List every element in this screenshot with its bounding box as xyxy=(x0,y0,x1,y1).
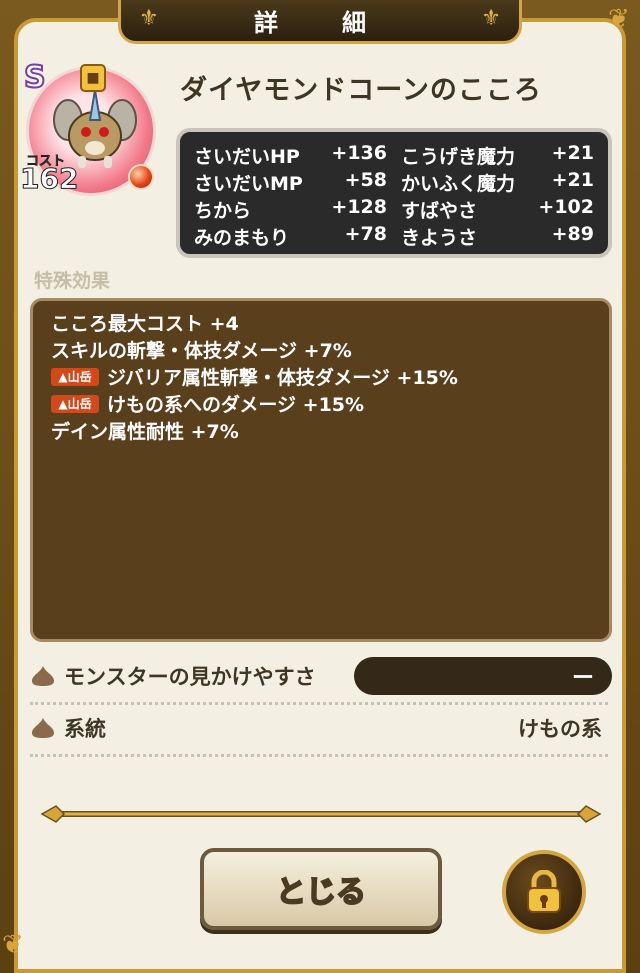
effect-item: こころ最大コスト +4 xyxy=(51,309,591,336)
effect-text: スキルの斬撃・体技ダメージ +7% xyxy=(51,340,352,362)
drop-icon xyxy=(32,666,54,686)
family-value: けもの系 xyxy=(518,717,602,741)
family-row: 系統 けもの系 xyxy=(30,708,612,748)
stat-label: みのまもり xyxy=(194,227,290,249)
stat-label: さいだいHP xyxy=(194,146,300,168)
corner-ornament: ❦ xyxy=(608,4,630,34)
stat-label: きようさ xyxy=(401,227,478,249)
ornamental-divider xyxy=(40,805,602,823)
effect-text: こころ最大コスト +4 xyxy=(51,313,239,335)
stat-label: ちから xyxy=(194,200,252,222)
stat-value: +21 xyxy=(551,142,594,164)
stat-row: ちから +128 すばやさ +102 xyxy=(194,196,594,223)
rank-badge: S xyxy=(23,59,47,96)
fleur-icon: ⚜ xyxy=(481,6,501,31)
stat-value: +89 xyxy=(551,223,594,245)
stat-row: さいだいHP +136 こうげき魔力 +21 xyxy=(194,142,594,169)
stat-label: こうげき魔力 xyxy=(401,146,516,168)
divider-dotted xyxy=(30,702,608,705)
stat-row: みのまもり +78 きようさ +89 xyxy=(194,223,594,250)
effect-item: ▲ 山岳 ジバリア属性斬撃・体技ダメージ +15% xyxy=(51,363,591,390)
stat-value: +136 xyxy=(331,142,387,164)
lock-icon: ■ xyxy=(80,64,106,92)
stat-value: +128 xyxy=(331,196,387,218)
effect-item: スキルの斬撃・体技ダメージ +7% xyxy=(51,336,591,363)
stat-label: さいだいMP xyxy=(194,173,303,195)
item-name: ダイヤモンドコーンのこころ xyxy=(180,75,542,106)
stat-label: かいふく魔力 xyxy=(401,173,516,195)
stat-value: +78 xyxy=(344,223,387,245)
family-label: 系統 xyxy=(64,717,106,741)
effects-list[interactable]: こころ最大コスト +4 スキルの斬撃・体技ダメージ +7% ▲ 山岳 ジバリア属性… xyxy=(30,298,612,642)
effect-item: デイン属性耐性 +7% xyxy=(51,417,591,444)
orb-icon xyxy=(128,164,154,190)
effect-text: デイン属性耐性 +7% xyxy=(51,421,239,443)
fleur-icon: ⚜ xyxy=(139,6,159,31)
visibility-value: ー xyxy=(354,657,612,695)
effect-text: けもの系へのダメージ +15% xyxy=(107,394,365,416)
stats-box: さいだいHP +136 こうげき魔力 +21 さいだいMP +58 かいふく魔力 +21… xyxy=(176,128,612,258)
section-label-effects: 特殊効果 xyxy=(34,270,111,292)
stat-label: すばやさ xyxy=(401,200,478,222)
padlock-icon xyxy=(527,870,561,913)
terrain-badge: ▲ 山岳 xyxy=(51,367,99,386)
stat-row: さいだいMP +58 かいふく魔力 +21 xyxy=(194,169,594,196)
page-title: 詳 細 xyxy=(254,9,386,37)
title-tab: ⚜ 詳 細 ⚜ xyxy=(118,0,522,44)
stat-value: +21 xyxy=(551,169,594,191)
lock-button[interactable] xyxy=(502,850,586,934)
stat-value: +102 xyxy=(538,196,594,218)
visibility-row: モンスターの見かけやすさ ー xyxy=(30,656,612,696)
terrain-badge: ▲ 山岳 xyxy=(51,394,99,413)
effect-item: ▲ 山岳 けもの系へのダメージ +15% xyxy=(51,390,591,417)
drop-icon xyxy=(32,718,54,738)
divider-dotted xyxy=(30,754,608,757)
close-button[interactable]: とじる xyxy=(200,848,442,930)
effect-text: ジバリア属性斬撃・体技ダメージ +15% xyxy=(107,367,458,389)
stat-value: +58 xyxy=(344,169,387,191)
corner-ornament: ❦ xyxy=(2,930,24,960)
visibility-label: モンスターの見かけやすさ xyxy=(64,665,316,689)
cost-value: 162 xyxy=(19,162,79,196)
